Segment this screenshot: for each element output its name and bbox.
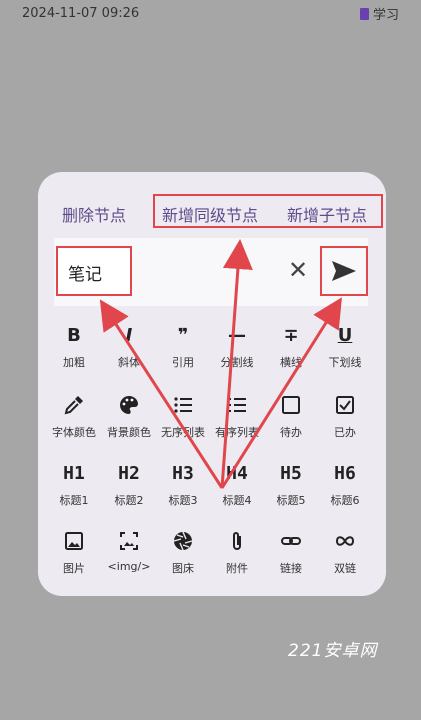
tool-paperclip-button[interactable]: 附件 — [209, 528, 265, 576]
tool-quote-button[interactable]: ❞ 引用 — [155, 322, 211, 370]
tool-heading-2-button[interactable]: H2 标题2 — [101, 460, 157, 508]
clear-button[interactable]: ✕ — [288, 256, 308, 284]
tool-label: <img/> — [107, 560, 151, 573]
node-actions: 删除节点 新增同级节点 新增子节点 — [38, 194, 386, 228]
heading-5-icon: H5 — [280, 462, 302, 484]
tool-label: 有序列表 — [215, 426, 259, 439]
tool-aperture-button[interactable]: 图床 — [155, 528, 211, 576]
tool-label: 标题3 — [168, 494, 198, 507]
book-icon — [359, 7, 369, 20]
tool-label: 标题1 — [59, 494, 89, 507]
tool-checkbox-checked-button[interactable]: 已办 — [317, 392, 373, 440]
divider-icon: — — [228, 324, 246, 346]
status-app-label: 学习 — [372, 8, 399, 23]
image-icon — [46, 528, 102, 554]
send-button[interactable] — [320, 246, 368, 296]
tool-heading-6-button[interactable]: H6 标题6 — [317, 460, 373, 508]
tool-label: 背景颜色 — [107, 426, 151, 439]
status-time: 2024-11-07 09:26 — [22, 6, 140, 21]
status-app: 学习 — [359, 4, 399, 23]
tool-numbered-list-button[interactable]: 有序列表 — [209, 392, 265, 440]
eyedropper-icon — [46, 392, 102, 418]
tool-link-button[interactable]: 链接 — [263, 528, 319, 576]
heading-1-icon: H1 — [63, 462, 85, 484]
heading-2-icon: H2 — [118, 462, 140, 484]
image-tag-icon — [101, 528, 157, 554]
tool-heading-4-button[interactable]: H4 标题4 — [209, 460, 265, 508]
tool-label: 标题5 — [276, 494, 306, 507]
link-icon — [263, 528, 319, 554]
highlight-box — [153, 194, 383, 228]
italic-icon: I — [125, 324, 133, 346]
heading-3-icon: H3 — [172, 462, 194, 484]
tool-checkbox-empty-button[interactable]: 待办 — [263, 392, 319, 440]
tool-label: 待办 — [280, 426, 302, 439]
tool-heading-1-button[interactable]: H1 标题1 — [46, 460, 102, 508]
send-icon — [332, 261, 356, 281]
heading-6-icon: H6 — [334, 462, 356, 484]
checkbox-checked-icon — [317, 392, 373, 418]
tool-label: 无序列表 — [161, 426, 205, 439]
aperture-icon — [155, 528, 211, 554]
tool-label: 下划线 — [328, 356, 362, 369]
infinity-icon — [317, 528, 373, 554]
underline-icon: U — [337, 324, 353, 346]
tool-label: 加粗 — [63, 356, 85, 369]
tool-image-tag-button[interactable]: <img/> — [101, 528, 157, 573]
bullet-list-icon — [155, 392, 211, 418]
tool-italic-button[interactable]: I 斜体 — [101, 322, 157, 370]
numbered-list-icon — [209, 392, 265, 418]
bold-icon: B — [67, 324, 81, 346]
tool-label: 标题4 — [222, 494, 252, 507]
watermark: 221安卓网 — [288, 641, 378, 661]
tool-label: 图床 — [172, 562, 194, 575]
tool-label: 引用 — [172, 356, 194, 369]
tool-label: 图片 — [63, 562, 85, 575]
node-text-input[interactable]: 笔记 — [56, 246, 132, 296]
editor-panel: 删除节点 新增同级节点 新增子节点 笔记 ✕ B 加粗 I 斜体 ❞ 引用 — 分割线 ∓ 横线 U… — [38, 172, 386, 596]
input-row: 笔记 ✕ — [54, 238, 368, 306]
tool-bullet-list-button[interactable]: 无序列表 — [155, 392, 211, 440]
tool-label: 横线 — [280, 356, 302, 369]
tool-label: 字体颜色 — [52, 426, 96, 439]
delete-node-button[interactable]: 删除节点 — [62, 202, 126, 226]
tool-palette-button[interactable]: 背景颜色 — [101, 392, 157, 440]
tool-label: 标题2 — [114, 494, 144, 507]
tool-infinity-button[interactable]: 双链 — [317, 528, 373, 576]
tool-underline-button[interactable]: U 下划线 — [317, 322, 373, 370]
tool-bold-button[interactable]: B 加粗 — [46, 322, 102, 370]
close-icon: ✕ — [288, 256, 309, 284]
heading-4-icon: H4 — [226, 462, 248, 484]
tool-heading-5-button[interactable]: H5 标题5 — [263, 460, 319, 508]
tool-heading-3-button[interactable]: H3 标题3 — [155, 460, 211, 508]
tool-strikethrough-button[interactable]: ∓ 横线 — [263, 322, 319, 370]
palette-icon — [101, 392, 157, 418]
quote-icon: ❞ — [177, 324, 189, 346]
tool-divider-button[interactable]: — 分割线 — [209, 322, 265, 370]
tool-image-button[interactable]: 图片 — [46, 528, 102, 576]
tool-label: 双链 — [334, 562, 356, 575]
tool-label: 斜体 — [118, 356, 140, 369]
tool-label: 分割线 — [220, 356, 254, 369]
checkbox-empty-icon — [263, 392, 319, 418]
tool-label: 已办 — [334, 426, 356, 439]
paperclip-icon — [209, 528, 265, 554]
strikethrough-icon: ∓ — [283, 324, 299, 346]
tool-label: 附件 — [226, 562, 248, 575]
tool-label: 标题6 — [330, 494, 360, 507]
tool-eyedropper-button[interactable]: 字体颜色 — [46, 392, 102, 440]
tool-label: 链接 — [280, 562, 302, 575]
